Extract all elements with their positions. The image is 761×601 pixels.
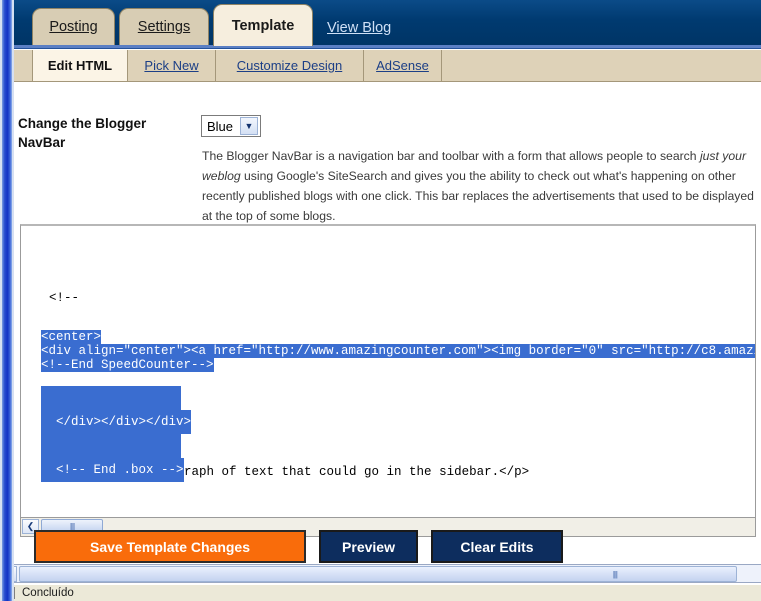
tabbar-underline xyxy=(14,45,761,49)
navbar-description-part2: using Google's SiteSearch and gives you … xyxy=(202,169,754,223)
window-scroll-grip-icon: |||| xyxy=(612,570,618,579)
subtab-adsense-label: AdSense xyxy=(376,58,429,73)
code-selection-region: <center> <div align="center"><a href="ht… xyxy=(21,330,755,482)
status-bar-text: Concluído xyxy=(22,587,74,599)
code-selected-text: <div align="center"><a href="http://www.… xyxy=(41,344,755,358)
left-scroll-rail[interactable] xyxy=(0,0,14,601)
navbar-description: The Blogger NavBar is a navigation bar a… xyxy=(202,146,761,226)
tab-settings-label: Settings xyxy=(137,19,191,35)
save-button-label: Save Template Changes xyxy=(89,538,251,555)
subtab-edit-html-label: Edit HTML xyxy=(47,58,113,73)
subtab-leading-spacer xyxy=(14,50,32,81)
code-selected-text: </div></div></div> xyxy=(41,410,192,434)
code-selected-text: <!--End SpeedCounter--> xyxy=(41,358,214,372)
tab-template-label: Template xyxy=(231,17,295,34)
chevron-down-icon[interactable]: ▼ xyxy=(240,117,258,135)
window-horizontal-scrollbar[interactable]: ❮ |||| xyxy=(0,564,761,583)
preview-button[interactable]: Preview xyxy=(319,530,418,563)
subtab-customize-design-label: Customize Design xyxy=(236,58,343,73)
save-template-changes-button[interactable]: Save Template Changes xyxy=(34,530,306,563)
tab-posting[interactable]: Posting xyxy=(32,8,115,45)
main-tabbar: Posting Settings Template View Blog xyxy=(14,0,761,46)
subtab-edit-html[interactable]: Edit HTML xyxy=(32,50,128,81)
code-selected-text xyxy=(41,434,181,458)
template-html-textarea[interactable]: <!-- <p>This is a paragraph of text that… xyxy=(20,224,756,518)
tab-template[interactable]: Template xyxy=(213,4,313,46)
page-content: Change the Blogger NavBar Blue ▼ The Blo… xyxy=(14,82,761,563)
subtab-customize-design[interactable]: Customize Design xyxy=(216,50,364,81)
browser-window: Posting Settings Template View Blog Edit… xyxy=(0,0,761,601)
preview-button-label: Preview xyxy=(342,538,395,555)
view-blog-link[interactable]: View Blog xyxy=(327,20,391,36)
code-selected-text: <!-- End .box --> xyxy=(41,458,184,482)
code-selected-line: <!-- End .box --> xyxy=(21,458,755,482)
subtab-adsense[interactable]: AdSense xyxy=(364,50,442,81)
navbar-color-select[interactable]: Blue ▼ xyxy=(201,115,261,137)
clear-edits-button[interactable]: Clear Edits xyxy=(431,530,563,563)
clear-edits-button-label: Clear Edits xyxy=(460,538,534,555)
code-selected-line: <center> xyxy=(21,330,755,344)
code-selected-line: <div align="center"><a href="http://www.… xyxy=(21,344,755,358)
sub-tabbar: Edit HTML Pick New Customize Design AdSe… xyxy=(14,50,761,82)
code-selected-line xyxy=(21,386,755,410)
code-selected-line xyxy=(21,372,755,386)
navbar-section-title: Change the Blogger NavBar xyxy=(18,116,147,150)
window-scroll-thumb[interactable]: |||| xyxy=(19,566,737,582)
code-line: <!-- xyxy=(49,291,80,305)
navbar-description-part1: The Blogger NavBar is a navigation bar a… xyxy=(202,149,700,163)
code-selected-line: </div></div></div> xyxy=(21,410,755,434)
code-selected-line xyxy=(21,434,755,458)
tab-settings[interactable]: Settings xyxy=(119,8,209,45)
code-selected-line: <!--End SpeedCounter--> xyxy=(21,358,755,372)
code-selected-text xyxy=(41,386,181,410)
subtab-pick-new[interactable]: Pick New xyxy=(128,50,216,81)
navbar-color-select-value: Blue xyxy=(207,118,234,134)
subtab-pick-new-label: Pick New xyxy=(144,58,199,73)
code-selected-text: <center> xyxy=(41,330,102,344)
tab-posting-label: Posting xyxy=(49,19,98,35)
status-bar: e Concluído xyxy=(0,584,761,601)
left-scroll-thumb[interactable] xyxy=(2,0,12,601)
